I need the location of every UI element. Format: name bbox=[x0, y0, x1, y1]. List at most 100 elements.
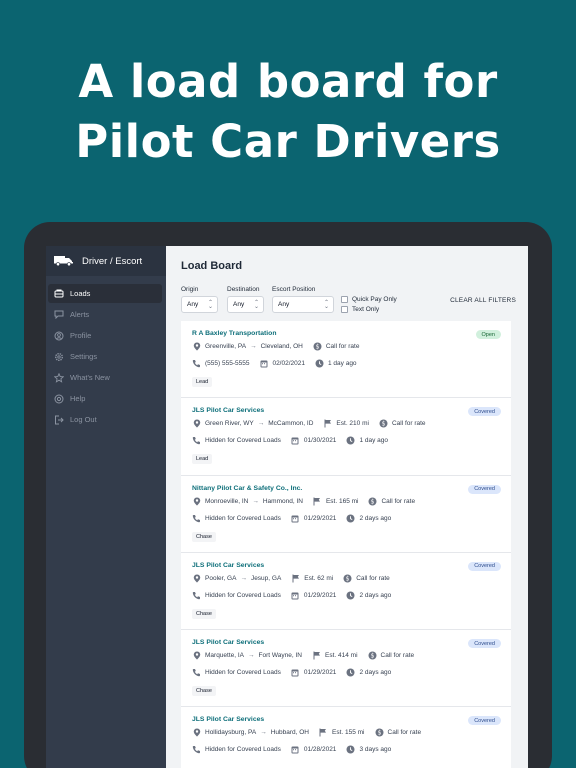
clock-icon bbox=[346, 591, 355, 600]
origin-select[interactable]: Any ⌃ ⌄ bbox=[181, 296, 218, 313]
load-date: 01/29/2021 bbox=[303, 591, 337, 599]
posted-age: 2 days ago bbox=[359, 669, 392, 677]
checkbox-box[interactable] bbox=[341, 296, 348, 303]
status-badge: Open bbox=[475, 330, 501, 339]
map-pin-icon bbox=[192, 342, 201, 351]
posted-age: 2 days ago bbox=[359, 514, 392, 522]
posted-age: 2 days ago bbox=[359, 591, 392, 599]
status-badge: Covered bbox=[468, 407, 501, 417]
phone-number: Hidden for Covered Loads bbox=[205, 746, 281, 754]
sidebar-item-logout[interactable]: Log Out bbox=[48, 410, 162, 429]
route-row: Hollidaysburg, PA → Hubbard, OH Est. 155… bbox=[192, 728, 421, 737]
dollar-circle-icon: $ bbox=[379, 419, 388, 428]
svg-text:$: $ bbox=[315, 344, 319, 351]
origin-city: Marquette, IA bbox=[205, 652, 245, 660]
quick-pay-label: Quick Pay Only bbox=[352, 296, 397, 303]
phone-number: (555) 555-5555 bbox=[205, 360, 250, 367]
flag-icon bbox=[319, 728, 328, 737]
clear-filters-button[interactable]: CLEAR ALL FILTERS bbox=[450, 297, 516, 304]
miles-estimate: Est. 210 mi bbox=[336, 420, 369, 428]
sidebar-item-help[interactable]: Help bbox=[48, 389, 162, 408]
origin-label: Origin bbox=[181, 286, 199, 293]
phone-number: Hidden for Covered Loads bbox=[205, 437, 281, 445]
chevron-updown-icon: ⌃ ⌄ bbox=[207, 299, 213, 310]
company-name[interactable]: Nittany Pilot Car & Safety Co., Inc. bbox=[192, 485, 302, 492]
load-card[interactable]: JLS Pilot Car Services Covered Marquette… bbox=[181, 630, 511, 708]
posted-age: 1 day ago bbox=[328, 360, 357, 367]
escort-position-value: Any bbox=[278, 301, 290, 308]
destination-select[interactable]: Any ⌃ ⌄ bbox=[227, 296, 264, 313]
sidebar-item-profile[interactable]: Profile bbox=[48, 326, 162, 345]
load-card[interactable]: Nittany Pilot Car & Safety Co., Inc. Cov… bbox=[181, 475, 511, 553]
details-row: Hidden for Covered Loads 01/29/2021 2 da… bbox=[192, 668, 391, 677]
sidebar-item-whats-new[interactable]: What's New bbox=[48, 368, 162, 387]
app-screen: Driver / Escort Loads Alerts Profile Set… bbox=[46, 246, 528, 768]
sidebar-item-label: What's New bbox=[70, 373, 110, 382]
rate-text: Call for rate bbox=[380, 652, 415, 660]
clock-icon bbox=[346, 514, 355, 523]
load-date: 02/02/2021 bbox=[272, 360, 305, 367]
checkbox-box[interactable] bbox=[341, 306, 348, 313]
truck-logo-icon bbox=[54, 254, 74, 269]
position-tag: Chase bbox=[192, 686, 216, 697]
route-row: Monroeville, IN → Hammond, IN Est. 165 m… bbox=[192, 497, 415, 506]
arrow-right-icon: → bbox=[248, 652, 255, 660]
load-card[interactable]: JLS Pilot Car Services Covered Pooler, G… bbox=[181, 552, 511, 631]
load-card[interactable]: JLS Pilot Car Services Covered Green Riv… bbox=[181, 398, 511, 476]
dollar-circle-icon: $ bbox=[368, 651, 377, 660]
phone-icon bbox=[192, 436, 201, 445]
position-tag: Chase bbox=[192, 608, 216, 619]
company-name[interactable]: JLS Pilot Car Services bbox=[192, 562, 264, 569]
arrow-right-icon: → bbox=[250, 343, 257, 350]
rate-text: Call for rate bbox=[381, 497, 416, 505]
sidebar-item-label: Settings bbox=[70, 352, 98, 361]
destination-city: Fort Wayne, IN bbox=[258, 652, 302, 660]
text-only-checkbox[interactable]: Text Only bbox=[341, 306, 379, 313]
sidebar-item-label: Alerts bbox=[70, 310, 90, 319]
company-name[interactable]: JLS Pilot Car Services bbox=[192, 407, 264, 414]
route-row: Marquette, IA → Fort Wayne, IN Est. 414 … bbox=[192, 651, 414, 660]
route-row: Greenville, PA → Cleveland, OH $ Call fo… bbox=[192, 342, 359, 351]
svg-text:$: $ bbox=[382, 421, 386, 428]
load-date: 01/28/2021 bbox=[303, 746, 337, 754]
headline: A load board for Pilot Car Drivers bbox=[0, 52, 576, 172]
truck-icon bbox=[54, 289, 64, 299]
load-card[interactable]: JLS Pilot Car Services Covered Hollidays… bbox=[181, 707, 511, 768]
sidebar-item-alerts[interactable]: Alerts bbox=[48, 305, 162, 324]
lifebuoy-icon bbox=[54, 394, 64, 404]
svg-text:$: $ bbox=[377, 730, 381, 737]
details-row: Hidden for Covered Loads 01/30/2021 1 da… bbox=[192, 436, 388, 445]
calendar-icon bbox=[291, 514, 300, 523]
load-card[interactable]: R A Baxley Transportation Open Greenvill… bbox=[181, 321, 511, 399]
origin-city: Pooler, GA bbox=[205, 574, 237, 582]
text-only-label: Text Only bbox=[352, 306, 380, 313]
destination-value: Any bbox=[233, 301, 245, 308]
chat-icon bbox=[54, 310, 64, 320]
origin-city: Green River, WY bbox=[205, 420, 254, 428]
arrow-right-icon: → bbox=[257, 420, 265, 428]
sidebar-item-settings[interactable]: Settings bbox=[48, 347, 162, 366]
phone-number: Hidden for Covered Loads bbox=[205, 669, 281, 677]
sidebar-item-loads[interactable]: Loads bbox=[48, 284, 162, 303]
calendar-icon bbox=[259, 359, 268, 368]
quick-pay-checkbox[interactable]: Quick Pay Only bbox=[341, 296, 397, 303]
escort-position-select[interactable]: Any ⌃ ⌄ bbox=[272, 296, 334, 313]
company-name[interactable]: JLS Pilot Car Services bbox=[192, 716, 264, 723]
sidebar-item-label: Loads bbox=[70, 289, 91, 298]
rate-text: Call for rate bbox=[387, 729, 422, 737]
rate-text: Call for rate bbox=[356, 574, 390, 582]
brand: Driver / Escort bbox=[46, 246, 166, 276]
arrow-right-icon: → bbox=[260, 729, 267, 737]
rate-text: Call for rate bbox=[325, 343, 360, 350]
flag-icon bbox=[313, 497, 322, 506]
details-row: Hidden for Covered Loads 01/28/2021 3 da… bbox=[192, 745, 391, 754]
main-content: Load Board Origin Any ⌃ ⌄ Destination Any… bbox=[166, 246, 528, 768]
company-name[interactable]: R A Baxley Transportation bbox=[192, 330, 276, 337]
company-name[interactable]: JLS Pilot Car Services bbox=[192, 639, 264, 646]
status-badge: Covered bbox=[468, 716, 501, 726]
phone-number: Hidden for Covered Loads bbox=[205, 591, 281, 599]
calendar-icon bbox=[291, 745, 300, 754]
phone-number: Hidden for Covered Loads bbox=[205, 514, 281, 522]
page-title: Load Board bbox=[181, 260, 243, 272]
escort-position-label: Escort Position bbox=[272, 286, 316, 293]
